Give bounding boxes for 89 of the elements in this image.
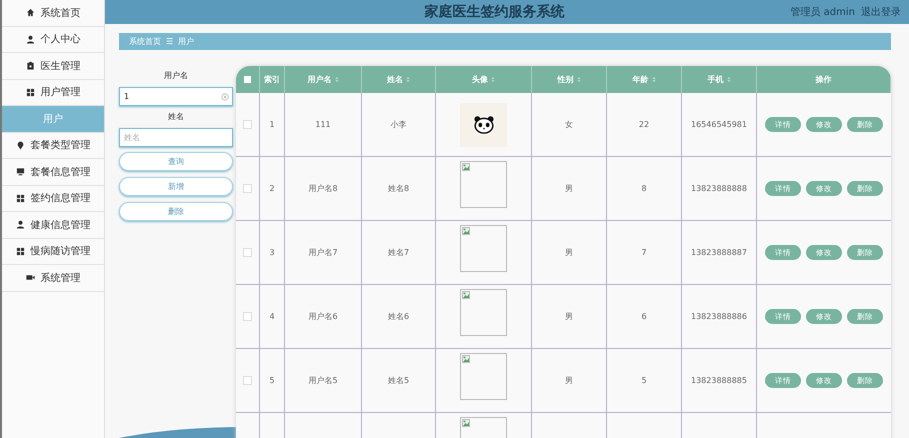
column-header[interactable]: 操作 xyxy=(816,74,832,85)
sidebar-item[interactable]: 医生管理 xyxy=(2,53,104,80)
table-cell: 用户名8 xyxy=(308,183,338,194)
monitor-icon xyxy=(16,167,24,176)
table-cell: 13823888886 xyxy=(691,312,747,321)
table-cell: 用户名7 xyxy=(308,247,338,258)
sort-icon[interactable] xyxy=(726,76,730,83)
table-cell: 小李 xyxy=(390,119,406,130)
table-cell: 女 xyxy=(565,119,573,130)
column-header[interactable]: 年龄 xyxy=(632,74,648,85)
input-field[interactable]: 1 xyxy=(119,87,233,106)
grid-icon xyxy=(16,194,24,203)
table-cell: 5 xyxy=(641,376,647,385)
person-icon xyxy=(16,220,24,230)
table-cell: 男 xyxy=(565,183,573,194)
grid-icon xyxy=(16,246,24,256)
row-checkbox[interactable] xyxy=(243,184,252,193)
broken-image-icon xyxy=(460,161,507,208)
select-all-checkbox[interactable] xyxy=(244,76,251,83)
table-cell: 3 xyxy=(269,248,275,257)
column-header[interactable]: 头像 xyxy=(472,74,488,85)
pin-icon xyxy=(16,140,24,150)
form-button[interactable]: 删除 xyxy=(119,202,233,221)
sort-icon[interactable] xyxy=(491,76,495,83)
table-cell: 13823888887 xyxy=(691,248,747,257)
table-cell: 5 xyxy=(269,376,275,385)
sort-icon[interactable] xyxy=(334,76,338,83)
sidebar-item[interactable]: 慢病随访管理 xyxy=(2,238,104,265)
table-cell: 姓名6 xyxy=(388,311,410,322)
broken-image-icon xyxy=(460,353,507,400)
panda-avatar-icon xyxy=(460,102,507,146)
table-cell: 7 xyxy=(641,248,647,257)
clear-icon[interactable] xyxy=(221,92,229,100)
table-cell: 4 xyxy=(269,312,275,321)
row-checkbox[interactable] xyxy=(243,376,252,385)
form-button[interactable]: 新增 xyxy=(119,177,233,196)
sidebar-item[interactable]: 个人中心 xyxy=(2,26,104,53)
table-cell: 姓名8 xyxy=(388,183,410,194)
sidebar-item[interactable]: 用户 xyxy=(2,106,104,132)
table-cell: 姓名7 xyxy=(388,247,410,258)
breadcrumb-link[interactable]: 系统首页 xyxy=(129,36,161,47)
sort-icon[interactable] xyxy=(576,76,580,83)
column-header[interactable]: 索引 xyxy=(264,74,280,85)
breadcrumb-current: 用户 xyxy=(178,36,194,47)
sidebar-item[interactable]: 签约信息管理 xyxy=(2,186,104,212)
table-cell: 13823888885 xyxy=(691,376,747,385)
table-cell: 用户名5 xyxy=(308,375,338,386)
sidebar-item[interactable]: 套餐类型管理 xyxy=(2,132,104,159)
badge-icon xyxy=(26,61,34,70)
column-header[interactable]: 手机 xyxy=(708,74,724,85)
broken-image-icon xyxy=(460,289,507,336)
table-cell: 13823888888 xyxy=(691,184,747,193)
logout-link[interactable]: 退出登录 xyxy=(861,5,901,19)
user-label: 管理员 admin xyxy=(790,6,855,19)
table-cell: 姓名5 xyxy=(388,375,410,386)
table-cell: 1 xyxy=(269,120,275,129)
table-cell: 男 xyxy=(565,247,573,258)
sidebar-item[interactable]: 系统管理 xyxy=(2,265,104,292)
table-cell: 111 xyxy=(315,120,331,129)
field-label: 姓名 xyxy=(167,111,185,122)
sidebar-item[interactable]: 系统首页 xyxy=(2,0,104,26)
table-cell: 16546545981 xyxy=(691,120,747,129)
input-field[interactable]: 姓名 xyxy=(119,128,233,147)
row-checkbox[interactable] xyxy=(243,120,252,129)
sidebar-item[interactable]: 健康信息管理 xyxy=(2,212,104,238)
column-header[interactable]: 性别 xyxy=(558,74,574,85)
camera-icon xyxy=(26,273,34,282)
table-cell: 用户名6 xyxy=(308,311,338,322)
table-cell: 2 xyxy=(269,184,275,193)
table-cell: 男 xyxy=(565,375,573,386)
sort-icon[interactable] xyxy=(406,76,410,83)
row-checkbox[interactable] xyxy=(243,312,252,321)
table-cell: 8 xyxy=(641,184,647,193)
grid-icon xyxy=(26,88,34,97)
app-title: 家庭医生签约服务系统 xyxy=(424,3,566,21)
sidebar-item[interactable]: 套餐信息管理 xyxy=(2,159,104,186)
table-cell: 22 xyxy=(638,120,650,129)
person-icon xyxy=(26,34,34,44)
sort-icon[interactable] xyxy=(652,76,656,83)
column-header[interactable]: 用户名 xyxy=(308,74,332,85)
column-header[interactable]: 姓名 xyxy=(387,74,403,85)
field-label: 用户名 xyxy=(163,70,189,81)
row-checkbox[interactable] xyxy=(243,248,252,257)
table-cell: 6 xyxy=(641,312,647,321)
home-icon xyxy=(26,8,34,18)
form-button[interactable]: 查询 xyxy=(119,152,233,171)
table-cell: 男 xyxy=(565,311,573,322)
breadcrumb-separator: ☰ xyxy=(166,37,174,46)
broken-image-icon xyxy=(460,225,507,272)
